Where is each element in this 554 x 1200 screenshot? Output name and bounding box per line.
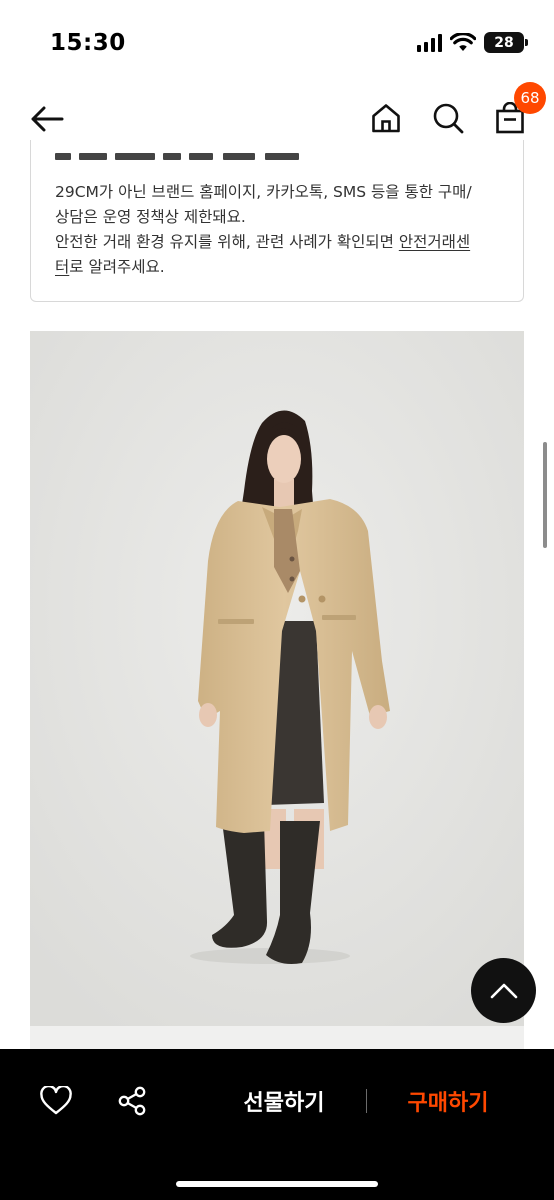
cart-count-badge: 68	[514, 82, 546, 114]
safe-trade-center-link[interactable]: 안전거래센	[399, 233, 470, 251]
notice-line-1: 29CM가 아닌 브랜드 홈페이지, 카카오톡, SMS 등을 통한 구매/	[55, 183, 472, 201]
share-button[interactable]	[112, 1081, 152, 1121]
notice-line-4: 터로 알려주세요.	[55, 258, 165, 276]
wifi-icon	[450, 33, 476, 51]
share-icon	[118, 1086, 146, 1116]
like-button[interactable]	[36, 1081, 76, 1121]
status-icons: 28	[417, 32, 528, 53]
cart-button[interactable]: 68	[490, 82, 546, 138]
battery-icon: 28	[484, 32, 528, 53]
search-icon	[433, 103, 464, 134]
app-screen: 15:30 28 68 29CM가 아닌 브랜드 홈페이지, 카카오톡, SMS…	[0, 0, 554, 1200]
cellular-signal-icon	[417, 33, 442, 52]
product-image	[30, 331, 524, 1026]
bottom-action-bar: 선물하기 구매하기	[0, 1049, 554, 1200]
home-indicator	[176, 1181, 378, 1187]
chevron-up-icon	[490, 983, 517, 998]
home-icon	[372, 104, 400, 133]
gift-button[interactable]: 선물하기	[222, 1079, 346, 1123]
nav-actions: 68	[366, 82, 546, 138]
heart-icon	[40, 1086, 72, 1115]
battery-level: 28	[494, 34, 514, 51]
back-arrow-icon	[31, 106, 64, 132]
status-bar: 15:30 28	[0, 0, 554, 86]
safe-trade-center-link-cont[interactable]: 터	[55, 258, 69, 276]
status-time: 15:30	[50, 30, 126, 56]
button-divider	[366, 1089, 367, 1113]
scrollbar[interactable]	[543, 442, 547, 548]
search-button[interactable]	[428, 98, 468, 138]
back-button[interactable]	[26, 98, 68, 140]
clipped-heading-remnant	[55, 153, 299, 160]
scroll-to-top-button[interactable]	[471, 958, 536, 1023]
notice-line-2: 상담은 운영 정책상 제한돼요.	[55, 208, 246, 226]
notice-text: 29CM가 아닌 브랜드 홈페이지, 카카오톡, SMS 등을 통한 구매/ 상…	[55, 180, 507, 280]
home-button[interactable]	[366, 98, 406, 138]
notice-box: 29CM가 아닌 브랜드 홈페이지, 카카오톡, SMS 등을 통한 구매/ 상…	[30, 140, 524, 302]
model-wearing-beige-wool-coat	[30, 331, 524, 1026]
buy-button[interactable]: 구매하기	[386, 1079, 510, 1123]
notice-line-3: 안전한 거래 환경 유지를 위해, 관련 사례가 확인되면 안전거래센	[55, 233, 471, 251]
